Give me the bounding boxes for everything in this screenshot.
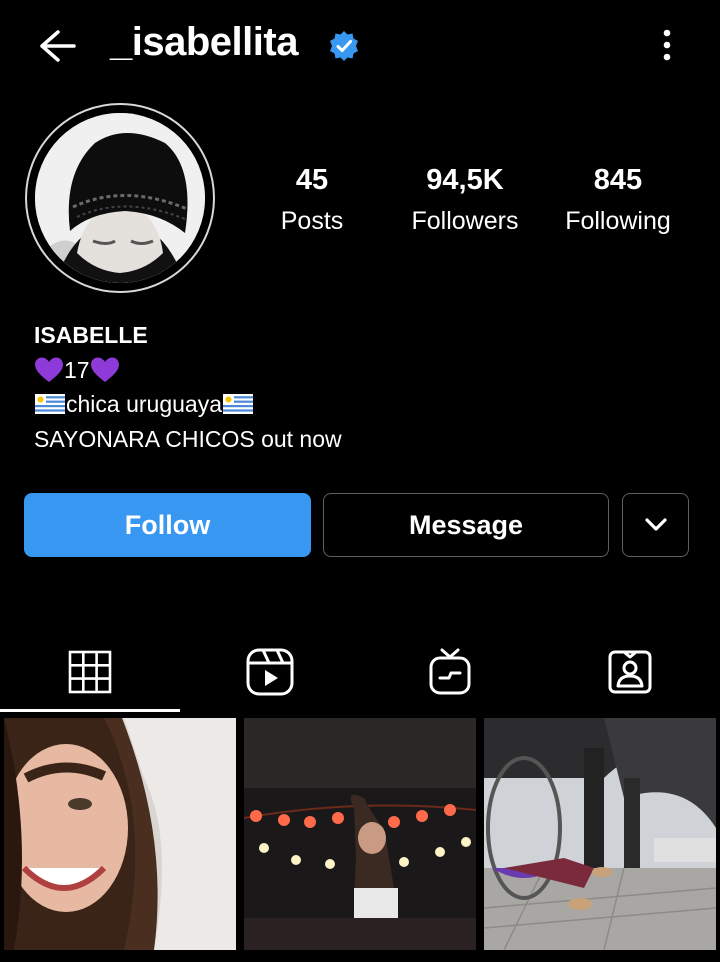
bio-origin: chica uruguaya [66, 391, 222, 417]
tab-tagged[interactable] [540, 630, 720, 714]
grid-icon [68, 650, 112, 694]
back-button[interactable] [38, 28, 78, 64]
posts-count: 45 [295, 164, 329, 196]
chevron-down-icon [644, 518, 667, 531]
followers-stat[interactable]: 94,5K Followers [395, 160, 535, 242]
followers-count: 94,5K [426, 164, 504, 196]
tab-igtv[interactable] [360, 630, 540, 714]
profile-username: _isabellita [110, 20, 298, 64]
follow-button[interactable]: Follow [24, 493, 311, 557]
active-tab-indicator [0, 709, 180, 712]
avatar [35, 113, 205, 283]
purple-heart-icon [35, 357, 63, 382]
profile-display-name: ISABELLE [34, 322, 148, 348]
bio-line-age: 17 [34, 353, 342, 388]
post-thumbnail[interactable] [4, 718, 236, 950]
tab-posts-grid[interactable] [0, 630, 180, 714]
uruguay-flag-icon [35, 394, 65, 414]
verified-badge-icon [330, 31, 358, 61]
purple-heart-icon [90, 357, 119, 382]
top-bar: _isabellita [0, 0, 720, 92]
profile-bio: ISABELLE 17 chica uruguaya SAYONARA CHIC… [34, 318, 342, 456]
posts-stat: 45 Posts [262, 160, 362, 242]
suggested-accounts-button[interactable] [622, 493, 689, 557]
more-options-button[interactable] [652, 28, 682, 64]
profile-avatar-ring[interactable] [25, 103, 215, 293]
uruguay-flag-icon [223, 394, 253, 414]
posts-label: Posts [280, 207, 344, 235]
message-button[interactable]: Message [323, 493, 609, 557]
following-count: 845 [593, 164, 643, 196]
tab-reels[interactable] [180, 630, 360, 714]
arrow-left-icon [40, 30, 76, 62]
igtv-icon [429, 648, 471, 695]
post-thumbnail[interactable] [484, 718, 716, 950]
following-label: Following [565, 207, 671, 235]
post-thumbnail[interactable] [244, 718, 476, 950]
tagged-icon [608, 650, 652, 694]
following-stat[interactable]: 845 Following [553, 160, 683, 242]
bio-line-release: SAYONARA CHICOS out now [34, 425, 342, 452]
bio-age: 17 [64, 356, 90, 383]
followers-label: Followers [411, 207, 519, 235]
reels-icon [246, 648, 294, 696]
profile-tabs [0, 630, 720, 714]
more-vertical-icon [663, 29, 671, 61]
bio-line-origin: chica uruguaya [34, 387, 342, 422]
